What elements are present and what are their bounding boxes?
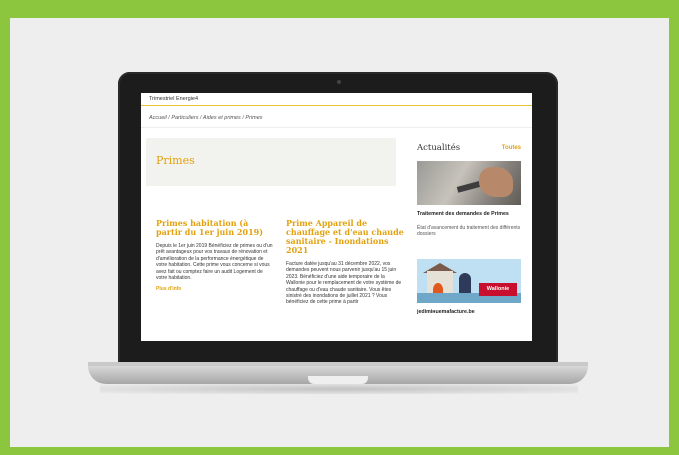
breadcrumb[interactable]: Accueil / Particuliers / Aides et primes… — [149, 115, 263, 121]
top-border — [0, 0, 679, 18]
sidebar-header: Actualités Toutes — [417, 143, 521, 155]
webcam — [337, 80, 341, 84]
article-text: Depuis le 1er juin 2019 Bénéficiez de pr… — [156, 243, 273, 282]
page-hero: Primes — [146, 138, 396, 186]
laptop-notch — [308, 376, 368, 384]
hand-shape — [479, 167, 513, 197]
laptop-screen: Trimestriel Energie4 Accueil / Particuli… — [141, 93, 532, 341]
divider — [141, 127, 532, 128]
news-image[interactable] — [417, 161, 521, 205]
article-card: Primes habitation (à partir du 1er juin … — [156, 219, 274, 293]
laptop-shadow — [100, 384, 578, 394]
page-title: Primes — [156, 154, 195, 167]
news-text: État d'avancement du traitement des diff… — [417, 225, 521, 237]
news-sidebar: Actualités Toutes Traitement des demande… — [417, 143, 521, 315]
sidebar-title: Actualités — [417, 143, 461, 153]
news-title[interactable]: jedimінuemafacture.be — [417, 309, 521, 315]
site-brand[interactable]: Trimestriel Energie4 — [149, 96, 198, 102]
article-title[interactable]: Prime Appareil de chauffage et d'eau cha… — [286, 219, 404, 255]
news-image[interactable]: Wallonie — [417, 259, 521, 303]
more-info-link[interactable]: Plus d'info — [156, 286, 274, 292]
news-title[interactable]: Traitement des demandes de Primes — [417, 211, 521, 217]
wallonie-badge: Wallonie — [479, 283, 517, 296]
article-text: Facture datée jusqu'au 31 décembre 2022,… — [286, 261, 402, 306]
article-title[interactable]: Primes habitation (à partir du 1er juin … — [156, 219, 274, 237]
top-bar: Trimestriel Energie4 — [141, 93, 532, 106]
all-news-link[interactable]: Toutes — [502, 145, 521, 151]
article-card: Prime Appareil de chauffage et d'eau cha… — [286, 219, 404, 306]
